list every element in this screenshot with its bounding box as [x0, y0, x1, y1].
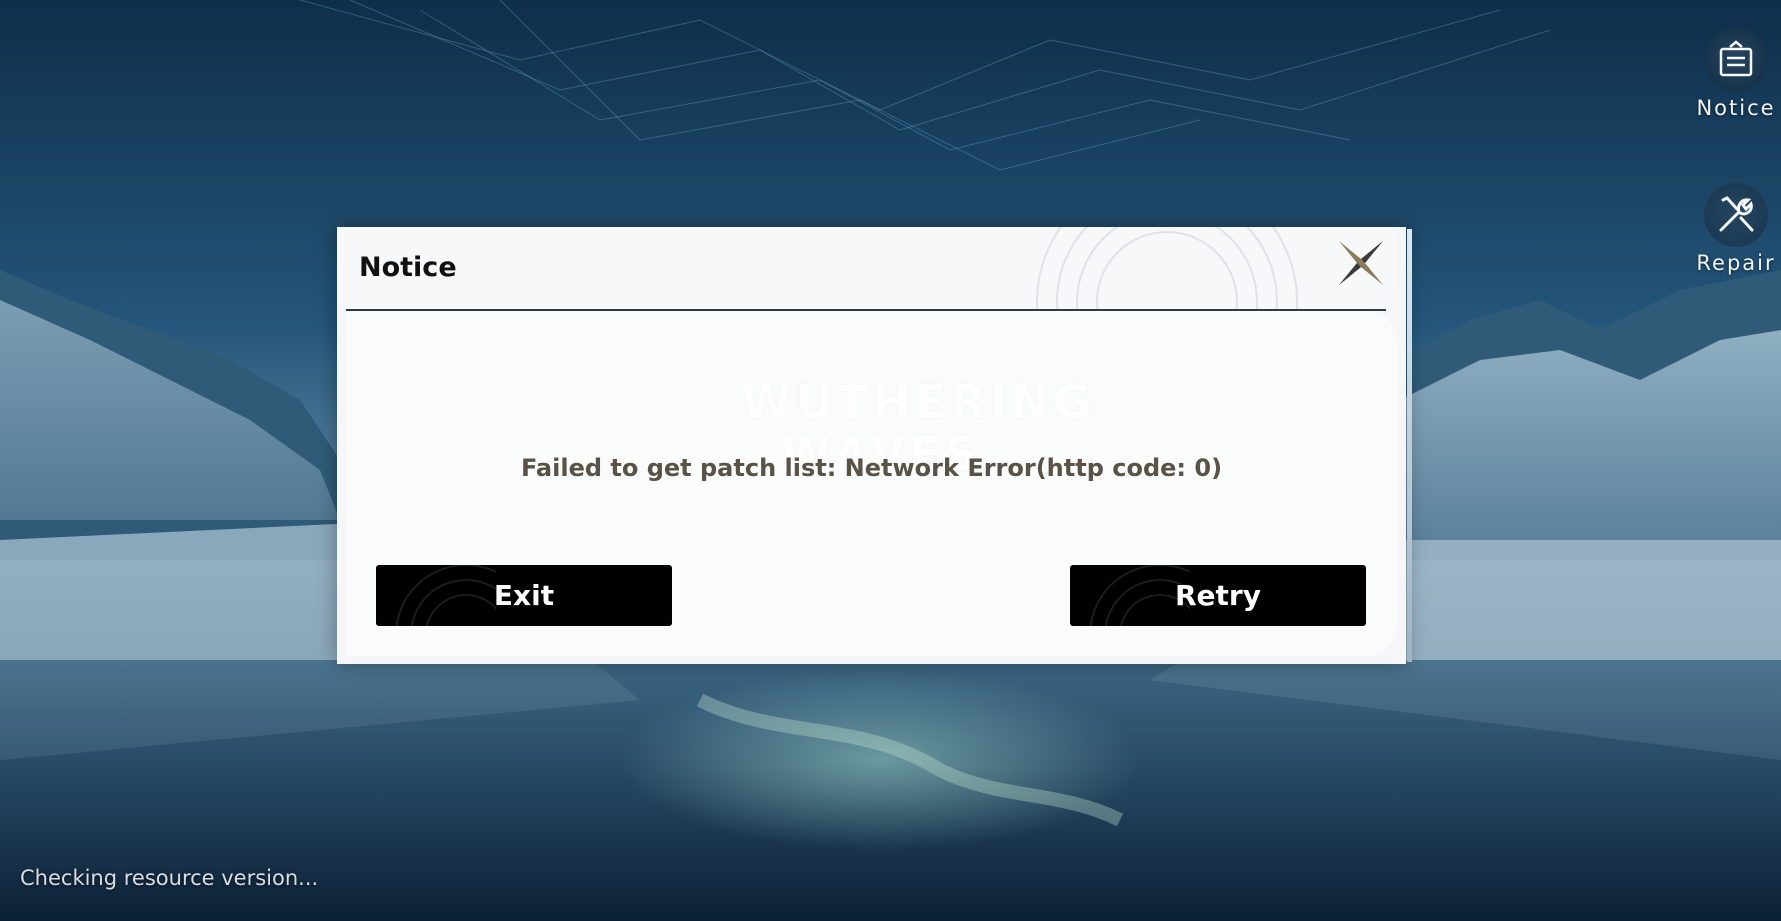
error-dialog: Notice WUTHERING WAVES Failed to get pat… — [337, 227, 1412, 664]
button-decoration — [395, 565, 496, 626]
error-message: Failed to get patch list: Network Error(… — [520, 454, 1223, 482]
dialog-edge — [1407, 229, 1412, 662]
loading-status-text: Checking resource version... — [20, 866, 319, 890]
four-point-star-close-icon — [1339, 241, 1383, 285]
header-decoration — [1036, 227, 1298, 309]
exit-button-label: Exit — [493, 579, 555, 612]
notice-side-button[interactable]: Notice — [1691, 28, 1781, 120]
dialog-title: Notice — [359, 252, 457, 283]
dialog-header: Notice — [337, 227, 1397, 309]
retry-button[interactable]: Retry — [1070, 565, 1366, 626]
dialog-body: WUTHERING WAVES Failed to get patch list… — [346, 311, 1397, 656]
retry-button-label: Retry — [1175, 579, 1261, 612]
repair-side-label: Repair — [1696, 251, 1776, 275]
game-launcher-screen: Notice Repair Notice WUTHERING WAVES Fai… — [0, 0, 1781, 921]
notice-side-label: Notice — [1696, 96, 1776, 120]
exit-button[interactable]: Exit — [376, 565, 672, 626]
wrench-screwdriver-icon — [1704, 183, 1768, 247]
close-button[interactable] — [1335, 237, 1387, 289]
notice-board-icon — [1704, 28, 1768, 92]
button-decoration — [1089, 565, 1190, 626]
repair-side-button[interactable]: Repair — [1691, 183, 1781, 275]
